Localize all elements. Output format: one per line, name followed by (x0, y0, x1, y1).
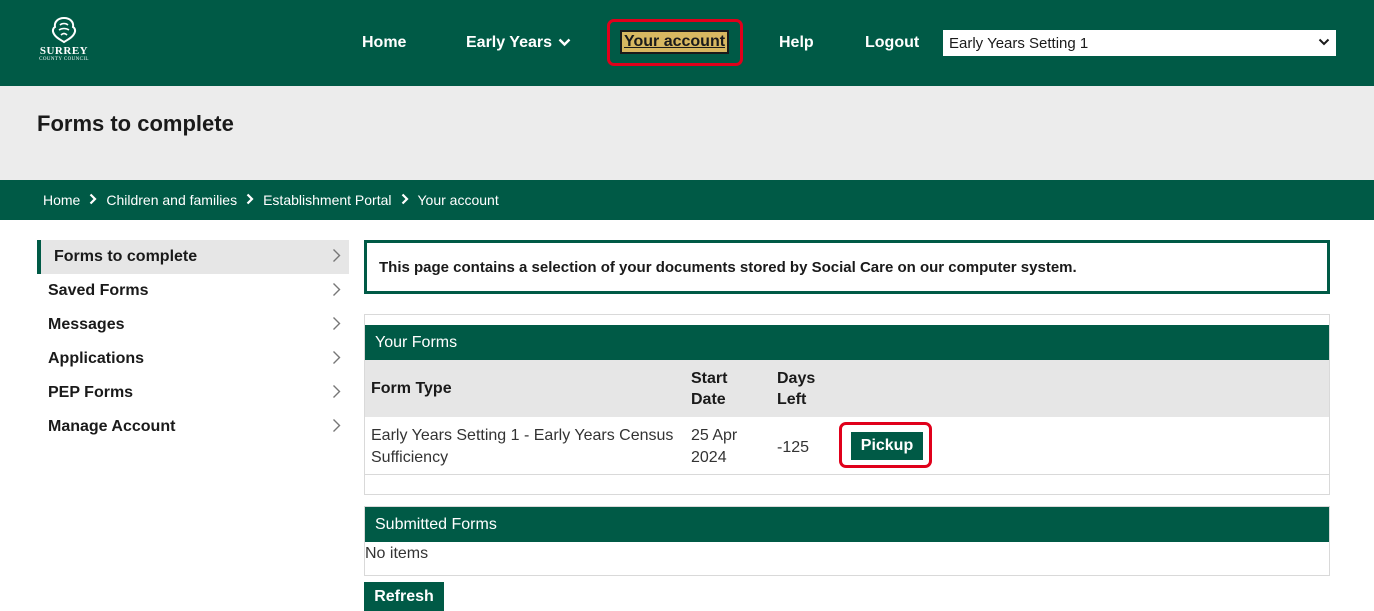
sidebar-item-pep-forms[interactable]: PEP Forms (37, 376, 349, 410)
sidebar-item-manage-account[interactable]: Manage Account (37, 410, 349, 444)
sidebar-item-label: Forms to complete (54, 248, 198, 265)
page-title: Forms to complete (37, 111, 234, 136)
chevron-right-icon (89, 192, 97, 208)
info-box: This page contains a selection of your d… (364, 240, 1330, 294)
your-forms-heading: Your Forms (365, 325, 1329, 360)
breadcrumb-home[interactable]: Home (43, 192, 80, 208)
sidebar-item-forms-to-complete[interactable]: Forms to complete (37, 240, 349, 274)
sidebar-item-saved-forms[interactable]: Saved Forms (37, 274, 349, 308)
sidebar-item-messages[interactable]: Messages (37, 308, 349, 342)
top-header: SURREY COUNTY COUNCIL Home Early Years Y… (0, 0, 1374, 86)
chevron-right-icon (332, 418, 341, 438)
sidebar: Forms to complete Saved Forms Messages A… (37, 240, 349, 444)
setting-select[interactable]: Early Years Setting 1 (943, 30, 1336, 56)
form-type-cell: Early Years Setting 1 - Early Years Cens… (371, 427, 674, 466)
sidebar-item-label: Messages (48, 316, 125, 333)
table-header: Form Type Start Date Days Left (365, 360, 1329, 417)
nav-home[interactable]: Home (362, 34, 406, 52)
sidebar-item-label: Manage Account (48, 418, 176, 435)
column-header-start-date: Start Date (691, 370, 728, 408)
refresh-button[interactable]: Refresh (364, 582, 444, 611)
surrey-logo[interactable]: SURREY COUNTY COUNCIL (34, 16, 94, 74)
nav-your-account[interactable]: Your account (619, 30, 730, 54)
chevron-down-icon (1318, 37, 1330, 49)
info-text: This page contains a selection of your d… (379, 258, 1077, 276)
chevron-down-icon (558, 34, 571, 52)
breadcrumb-children-families[interactable]: Children and families (106, 192, 237, 208)
sidebar-item-label: PEP Forms (48, 384, 134, 401)
sidebar-item-applications[interactable]: Applications (37, 342, 349, 376)
no-items-text: No items (365, 545, 429, 562)
logo-text: SURREY (39, 45, 89, 57)
chevron-right-icon (332, 316, 341, 336)
setting-select-value: Early Years Setting 1 (949, 34, 1089, 52)
chevron-right-icon (246, 192, 254, 208)
breadcrumb-your-account[interactable]: Your account (418, 192, 499, 208)
logo-subtext: COUNTY COUNCIL (39, 57, 89, 62)
submitted-forms-heading: Submitted Forms (365, 507, 1329, 542)
chevron-right-icon (332, 350, 341, 370)
pickup-highlight: Pickup (839, 422, 932, 468)
pickup-button[interactable]: Pickup (851, 432, 923, 460)
table-row: Early Years Setting 1 - Early Years Cens… (365, 417, 1329, 475)
chevron-right-icon (332, 384, 341, 404)
chevron-right-icon (401, 192, 409, 208)
column-header-days-left: Days Left (777, 370, 816, 408)
breadcrumb-establishment-portal[interactable]: Establishment Portal (263, 192, 391, 208)
nav-logout[interactable]: Logout (865, 34, 919, 52)
column-header-form-type: Form Type (371, 380, 452, 397)
nav-early-years-label: Early Years (466, 34, 553, 52)
your-account-highlight: Your account (607, 19, 743, 66)
submitted-forms-panel: Submitted Forms No items (364, 506, 1330, 576)
nav-early-years[interactable]: Early Years (466, 34, 571, 52)
sidebar-item-label: Applications (48, 350, 145, 367)
nav-help[interactable]: Help (779, 34, 814, 52)
chevron-right-icon (332, 248, 341, 268)
sidebar-item-label: Saved Forms (48, 282, 149, 299)
breadcrumb: Home Children and families Establishment… (43, 192, 499, 208)
days-left-cell: -125 (777, 439, 810, 456)
your-forms-panel: Your Forms Form Type Start Date Days Lef… (364, 314, 1330, 495)
start-date-cell: 25 Apr 2024 (691, 427, 738, 466)
chevron-right-icon (332, 282, 341, 302)
surrey-crest-icon (51, 16, 77, 44)
breadcrumb-bar: Home Children and families Establishment… (0, 180, 1374, 220)
